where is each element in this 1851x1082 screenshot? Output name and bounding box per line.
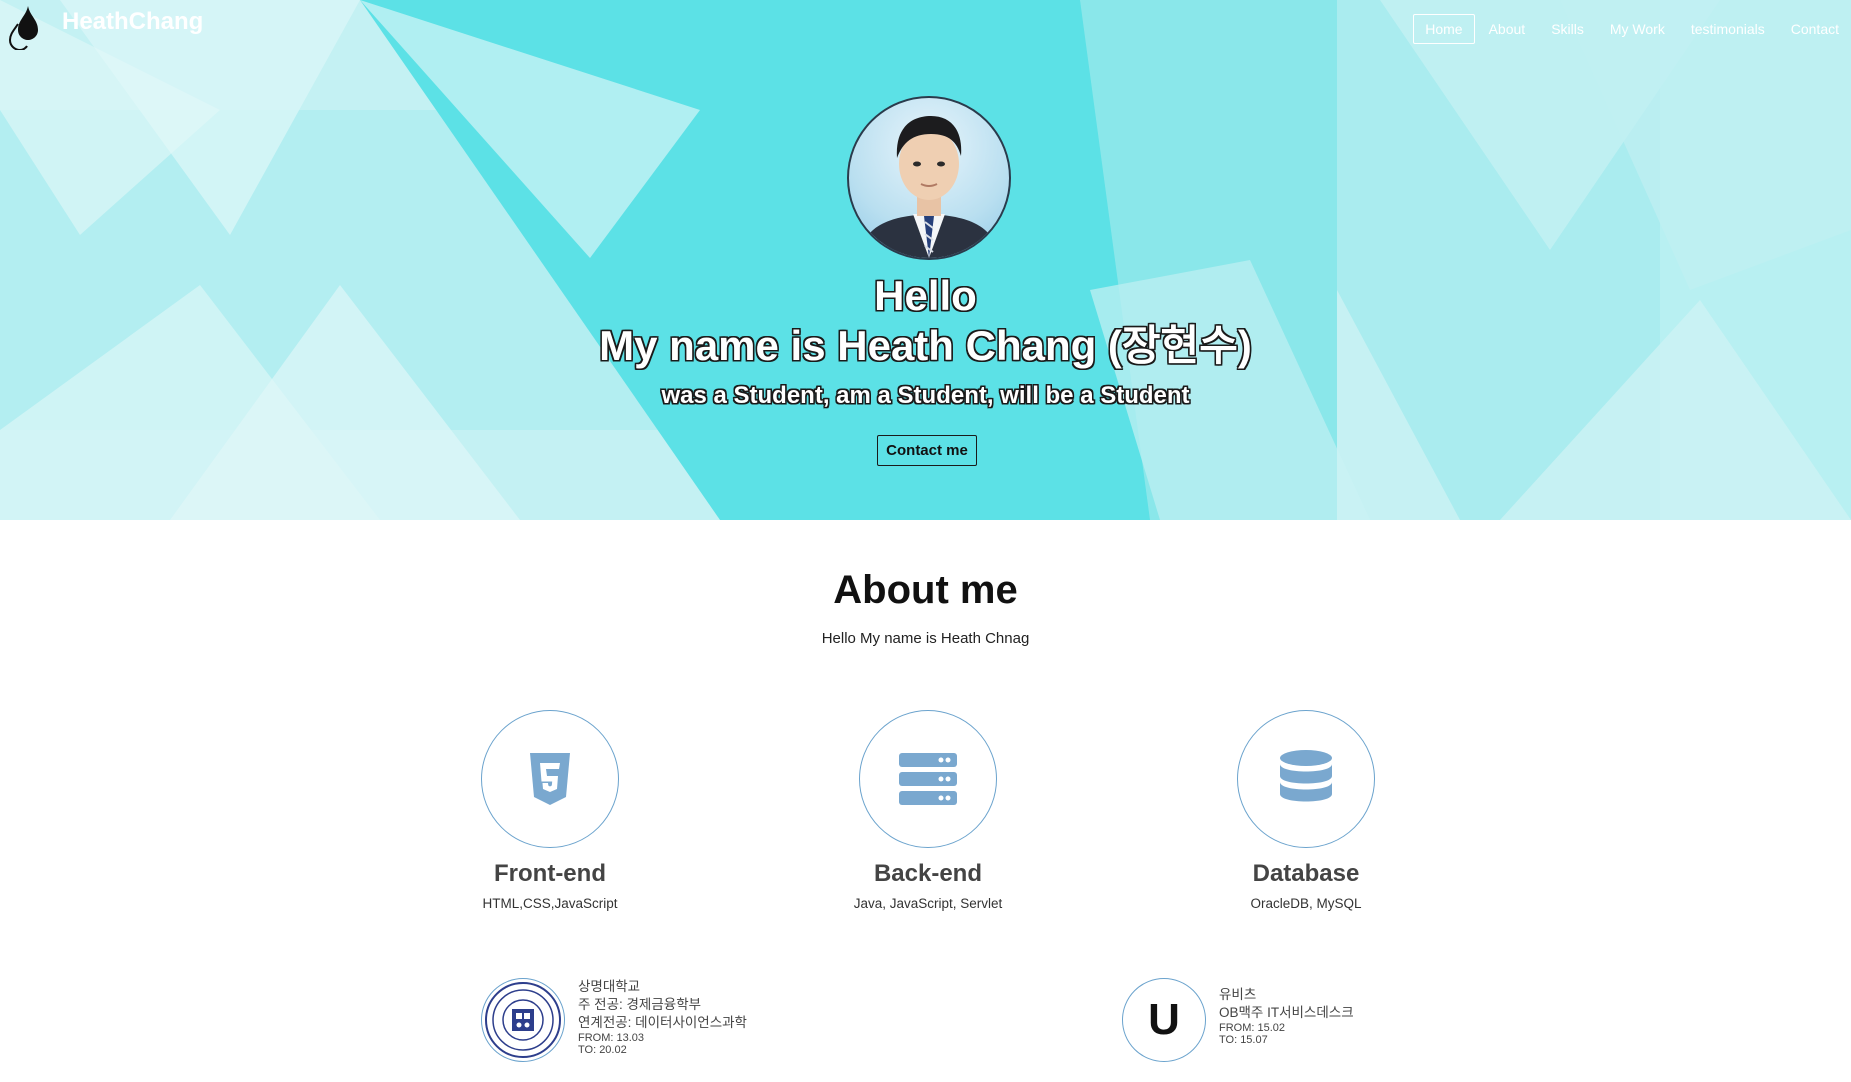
skill-name: Back-end — [873, 860, 983, 887]
skill-desc: OracleDB, MySQL — [1250, 896, 1362, 911]
work-details: 유비츠 OB맥주 IT서비스데스크 FROM: 15.02 TO: 15.07 — [1219, 986, 1354, 1046]
from-date: FROM: 15.02 — [1219, 1022, 1286, 1034]
skill-desc: HTML,CSS,JavaScript — [482, 896, 618, 911]
education-item-university: 상명대학교 주 전공: 경제금융학부 연계전공: 데이터사이언스과학 FROM:… — [481, 978, 747, 1062]
skill-icon-circle — [481, 710, 619, 848]
skill-database: Database OracleDB, MySQL — [1186, 710, 1426, 911]
role: OB맥주 IT서비스데스크 — [1219, 1005, 1354, 1020]
brand[interactable]: HeathChang — [4, 4, 203, 50]
server-icon — [899, 753, 957, 805]
hero-tagline: was a Student, am a Student, will be a S… — [661, 382, 1190, 409]
university-seal-icon — [481, 978, 565, 1062]
nav-my-work[interactable]: My Work — [1598, 14, 1677, 44]
nav-menu: Home About Skills My Work testimonials C… — [1411, 14, 1851, 44]
profile-photo — [859, 116, 999, 258]
nav-contact[interactable]: Contact — [1779, 14, 1851, 44]
hero-name: My name is Heath Chang (장현수) — [599, 322, 1252, 369]
drop-icon — [8, 6, 38, 50]
skill-back-end: Back-end Java, JavaScript, Servlet — [808, 710, 1048, 911]
skill-name: Front-end — [494, 860, 606, 887]
work-item-ubits: U 유비츠 OB맥주 IT서비스데스크 FROM: 15.02 TO: 15.0… — [1122, 978, 1354, 1062]
profile-avatar — [847, 96, 1011, 260]
major: 주 전공: 경제금융학부 — [578, 997, 702, 1012]
from-date: FROM: 13.03 — [578, 1032, 645, 1044]
skill-front-end: Front-end HTML,CSS,JavaScript — [430, 710, 670, 911]
minor: 연계전공: 데이터사이언스과학 — [578, 1015, 747, 1030]
nav-testimonials[interactable]: testimonials — [1679, 14, 1777, 44]
database-icon — [1280, 750, 1332, 802]
skill-icon-circle — [859, 710, 997, 848]
nav-skills[interactable]: Skills — [1539, 14, 1596, 44]
university-name: 상명대학교 — [578, 979, 641, 994]
html5-icon — [530, 753, 570, 805]
about-subtitle: Hello My name is Heath Chnag — [821, 630, 1030, 647]
hero-section: HeathChang Home About Skills My Work tes… — [0, 0, 1851, 520]
to-date: TO: 15.07 — [1219, 1034, 1268, 1046]
about-title: About me — [833, 568, 1018, 612]
company-logo-letter: U — [1148, 995, 1180, 1044]
skill-icon-circle — [1237, 710, 1375, 848]
skill-desc: Java, JavaScript, Servlet — [853, 896, 1003, 911]
navbar: HeathChang Home About Skills My Work tes… — [0, 0, 1851, 60]
nav-about[interactable]: About — [1477, 14, 1538, 44]
hero-greeting: Hello — [874, 272, 977, 319]
brand-name: HeathChang — [62, 8, 204, 35]
education-details: 상명대학교 주 전공: 경제금융학부 연계전공: 데이터사이언스과학 FROM:… — [578, 978, 747, 1056]
contact-me-button[interactable]: Contact me — [877, 435, 977, 466]
company-logo: U — [1122, 978, 1206, 1062]
nav-home[interactable]: Home — [1413, 14, 1475, 44]
company-name: 유비츠 — [1219, 987, 1257, 1002]
to-date: TO: 20.02 — [578, 1044, 627, 1056]
skill-name: Database — [1252, 860, 1360, 887]
